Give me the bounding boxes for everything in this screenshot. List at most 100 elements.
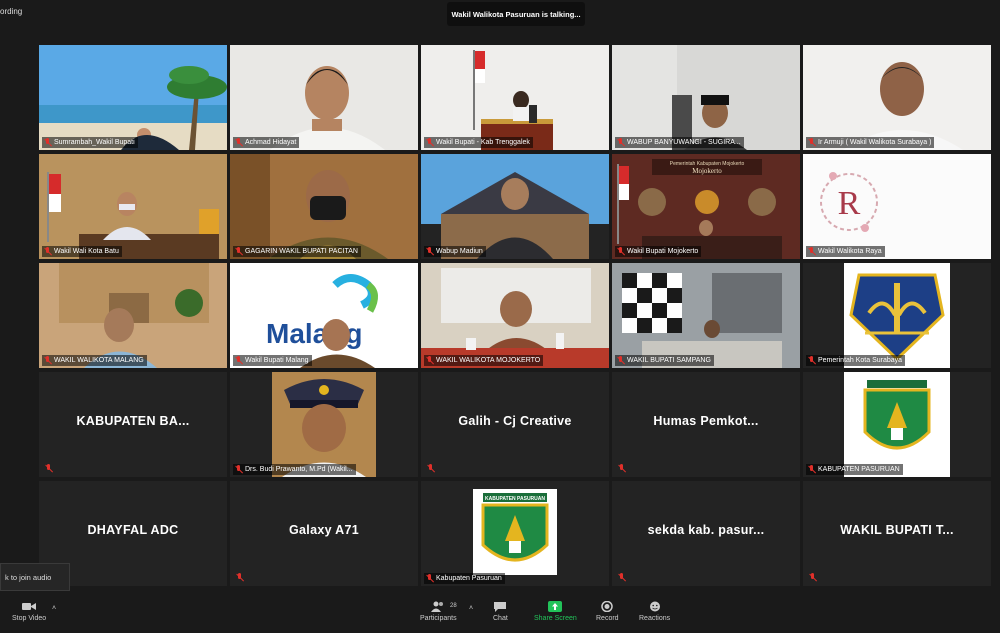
video-options-caret-icon[interactable]: ˄	[52, 605, 56, 612]
pasuruan-emblem	[844, 372, 950, 477]
muted-mic-icon	[44, 464, 53, 473]
active-speaker-banner: Wakil Walikota Pasuruan is talking...	[447, 2, 585, 26]
participant-tile[interactable]: Drs. Budi Prawanto, M.Pd (Wakil...	[230, 372, 418, 477]
participant-display-name: DHAYFAL ADC	[87, 523, 179, 537]
muted-mic-icon	[234, 138, 243, 147]
muted-mic-icon	[807, 138, 816, 147]
meeting-toolbar: Stop Video ˄ Participants 28 ˄ Chat Shar…	[0, 597, 1000, 633]
participant-tile[interactable]: GAGARIN WAKIL BUPATI PACITAN	[230, 154, 418, 259]
participant-name-label: Wakil Wali Kota Batu	[42, 246, 122, 257]
muted-mic-icon	[425, 247, 434, 256]
participant-tile[interactable]: Ir Armuji ( Wakil Walikota Surabaya )	[803, 45, 991, 150]
participant-name-label: Wakil Bupati Malang	[233, 355, 312, 366]
video-feed	[230, 154, 418, 259]
video-feed: Malang	[230, 263, 418, 368]
profile-image: R	[803, 154, 991, 259]
participants-icon	[431, 601, 444, 612]
muted-mic-icon	[426, 464, 435, 473]
participant-tile[interactable]: Galih - Cj Creative	[421, 372, 609, 477]
participant-display-name: Galih - Cj Creative	[458, 414, 572, 428]
video-feed	[612, 263, 800, 368]
participant-display-name: WAKIL BUPATI T...	[840, 523, 954, 537]
svg-text:R: R	[838, 185, 861, 222]
video-feed	[421, 263, 609, 368]
join-audio-popup[interactable]: k to join audio	[0, 563, 70, 591]
pasuruan-emblem: KABUPATEN PASURUAN	[473, 489, 557, 575]
participant-name-label: Kabupaten Pasuruan	[424, 573, 505, 584]
muted-mic-icon	[235, 573, 244, 582]
muted-mic-icon	[616, 247, 625, 256]
participant-tile[interactable]: WABUP BANYUWANGI - SUGIRA...	[612, 45, 800, 150]
participant-name-label: Wakil Walikota Raya	[806, 246, 885, 257]
profile-photo	[272, 372, 376, 477]
participant-tile[interactable]: WAKIL WALIKOTA MALANG	[39, 263, 227, 368]
participant-name-label: WAKIL WALIKOTA MOJOKERTO	[424, 355, 544, 366]
video-feed: Pemerintah Kabupaten Mojokerto Mojokerto	[612, 154, 800, 259]
mojokerto-sign-text: Mojokerto	[692, 167, 722, 175]
muted-mic-icon	[43, 356, 52, 365]
participants-count: 28	[450, 603, 457, 609]
muted-mic-icon	[616, 138, 625, 147]
participant-name-label: WABUP BANYUWANGI - SUGIRA...	[615, 137, 744, 148]
participant-name-label: Sumrambah_Wakil Bupati	[42, 137, 138, 148]
emblem-banner-text: KABUPATEN PASURUAN	[485, 496, 545, 502]
muted-mic-icon	[807, 247, 816, 256]
participant-display-name: sekda kab. pasur...	[647, 523, 765, 537]
participants-caret-icon[interactable]: ˄	[469, 605, 473, 612]
video-feed	[39, 263, 227, 368]
participant-tile[interactable]: WAKIL BUPATI T...	[803, 481, 991, 586]
muted-mic-icon	[425, 138, 434, 147]
muted-mic-icon	[234, 356, 243, 365]
participant-tile[interactable]: KABUPATEN BA...	[39, 372, 227, 477]
participant-tile[interactable]: Pemerintah Kabupaten Mojokerto Mojokerto…	[612, 154, 800, 259]
participant-name-label: Drs. Budi Prawanto, M.Pd (Wakil...	[233, 464, 356, 475]
participant-tile[interactable]: Wabup Madiun	[421, 154, 609, 259]
participant-tile[interactable]: WAKIL BUPATI SAMPANG	[612, 263, 800, 368]
video-feed	[421, 154, 609, 259]
muted-mic-icon	[425, 574, 434, 583]
surabaya-emblem	[844, 263, 950, 368]
participant-display-name: Humas Pemkot...	[653, 414, 759, 428]
record-button[interactable]: Record	[596, 601, 619, 622]
video-feed	[39, 154, 227, 259]
participant-tile[interactable]: Sumrambah_Wakil Bupati	[39, 45, 227, 150]
share-screen-button[interactable]: Share Screen	[534, 601, 577, 622]
record-icon	[601, 601, 614, 612]
recording-indicator: ording	[0, 7, 23, 16]
participant-name-label: Wabup Madiun	[424, 246, 486, 257]
reactions-button[interactable]: Reactions	[639, 601, 670, 622]
chat-icon	[494, 602, 507, 612]
muted-mic-icon	[234, 247, 243, 256]
participant-tile[interactable]: KABUPATEN PASURUAN	[803, 372, 991, 477]
participant-tile[interactable]: Pemerintah Kota Surabaya	[803, 263, 991, 368]
muted-mic-icon	[234, 465, 243, 474]
participant-tile[interactable]: Achmad Hidayat	[230, 45, 418, 150]
participant-name-label: WAKIL WALIKOTA MALANG	[42, 355, 147, 366]
beach-background	[39, 45, 227, 150]
muted-mic-icon	[617, 464, 626, 473]
muted-mic-icon	[616, 356, 625, 365]
participant-tile[interactable]: WAKIL WALIKOTA MOJOKERTO	[421, 263, 609, 368]
chat-button[interactable]: Chat	[493, 601, 508, 622]
video-feed	[421, 45, 609, 150]
participant-name-label: WAKIL BUPATI SAMPANG	[615, 355, 714, 366]
participant-tile[interactable]: R Wakil Walikota Raya	[803, 154, 991, 259]
participant-tile[interactable]: Humas Pemkot...	[612, 372, 800, 477]
participant-tile[interactable]: KABUPATEN PASURUAN Kabupaten Pasuruan	[421, 481, 609, 586]
participant-display-name: KABUPATEN BA...	[76, 414, 190, 428]
participant-name-label: KABUPATEN PASURUAN	[806, 464, 903, 475]
stop-video-button[interactable]: Stop Video	[12, 601, 46, 622]
participant-name-label: Wakil Bupati - Kab Trenggalek	[424, 137, 533, 148]
gallery-grid: Sumrambah_Wakil Bupati Achmad Hidayat Wa…	[39, 45, 991, 587]
participant-name-label: Ir Armuji ( Wakil Walikota Surabaya )	[806, 137, 935, 148]
video-feed	[230, 45, 418, 150]
muted-mic-icon	[808, 573, 817, 582]
participant-tile[interactable]: Wakil Wali Kota Batu	[39, 154, 227, 259]
share-screen-icon	[548, 601, 563, 612]
muted-mic-icon	[43, 138, 52, 147]
participant-tile[interactable]: Wakil Bupati - Kab Trenggalek	[421, 45, 609, 150]
participant-tile[interactable]: Galaxy A71	[230, 481, 418, 586]
participant-tile[interactable]: Malang Wakil Bupati Malang	[230, 263, 418, 368]
participant-tile[interactable]: sekda kab. pasur...	[612, 481, 800, 586]
participant-name-label: Wakil Bupati Mojokerto	[615, 246, 702, 257]
